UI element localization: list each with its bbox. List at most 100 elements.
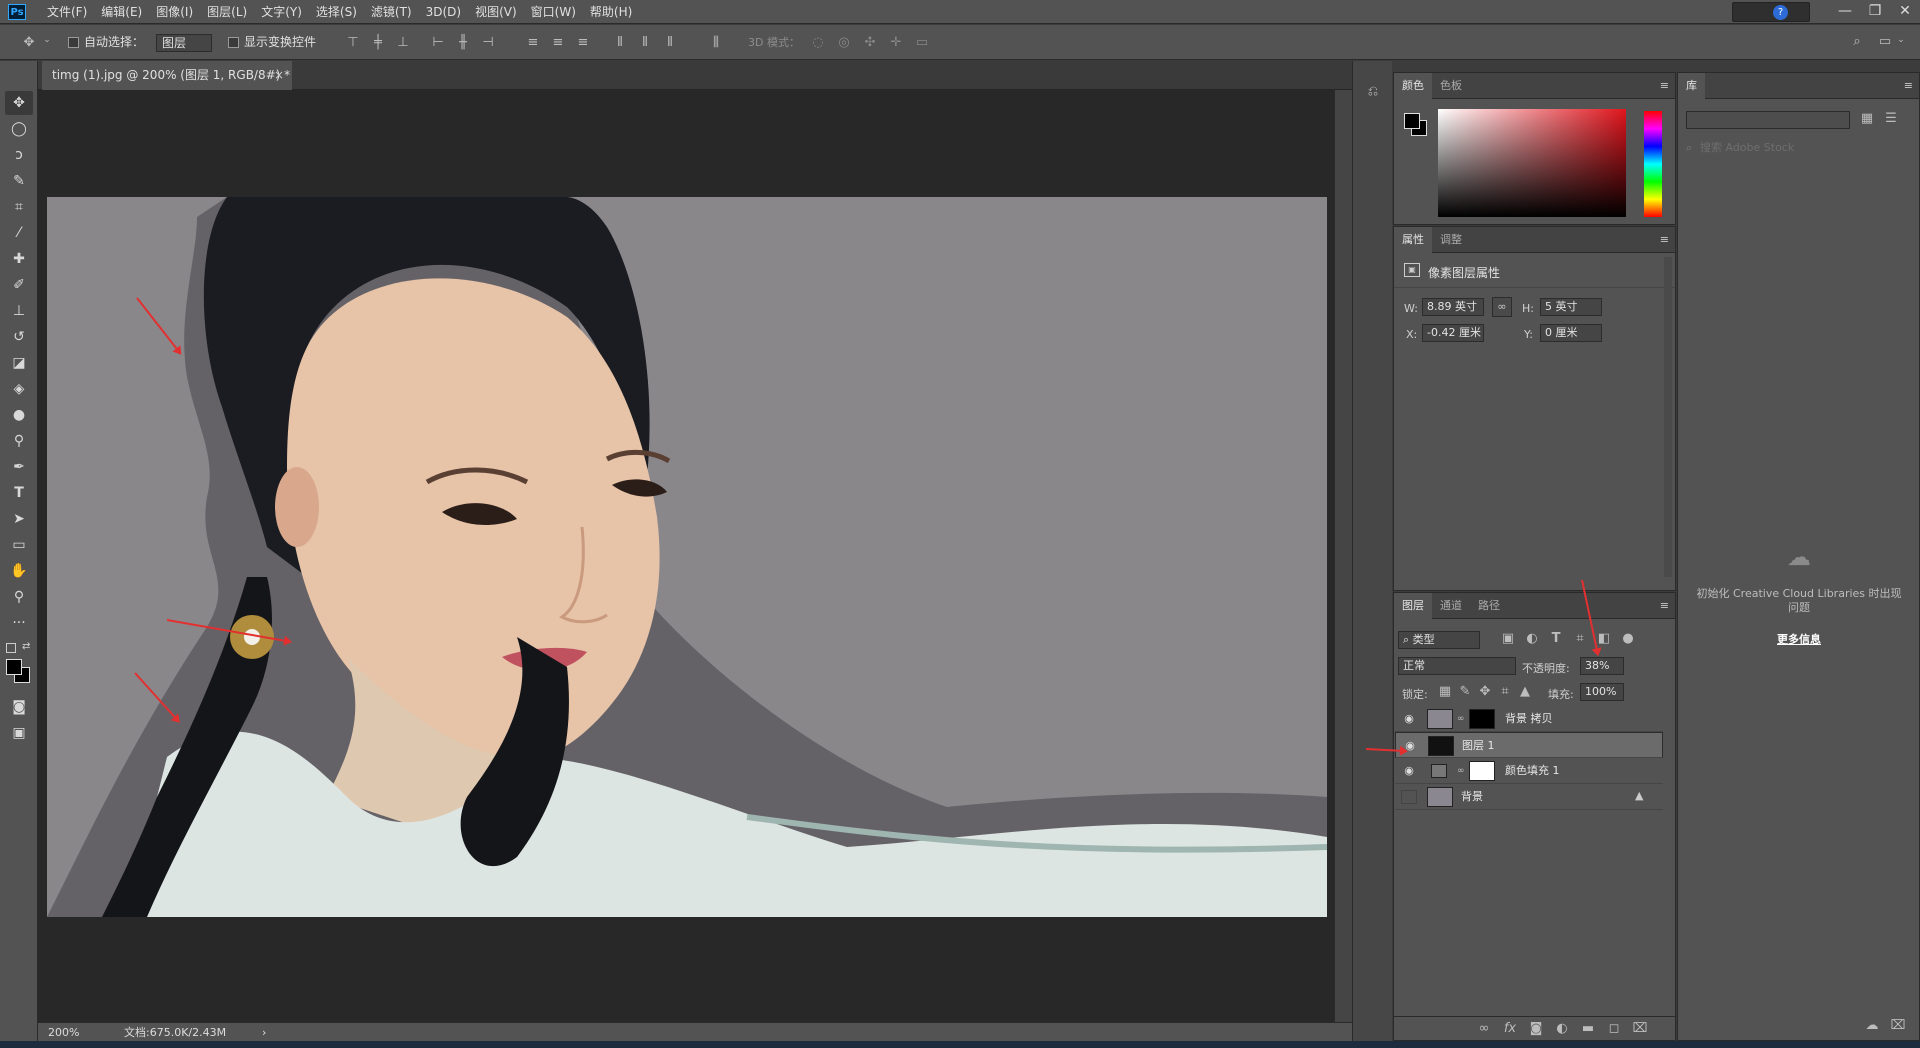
opacity-field[interactable]: 38%: [1580, 657, 1624, 675]
menu-type[interactable]: 文字(Y): [254, 0, 309, 24]
fx-icon[interactable]: fx: [1502, 1021, 1518, 1036]
screen-mode-icon[interactable]: ▣: [5, 721, 33, 745]
mask-link-icon[interactable]: ∞: [1457, 766, 1465, 776]
tab-color[interactable]: 颜色: [1394, 73, 1432, 99]
filter-shape-icon[interactable]: ⌗: [1572, 631, 1588, 646]
new-layer-icon[interactable]: ◻: [1606, 1021, 1622, 1036]
y-field[interactable]: 0 厘米: [1540, 324, 1602, 342]
layer-row[interactable]: ◉ 背景 ▲: [1395, 784, 1663, 810]
canvas-scrollbar[interactable]: [1334, 90, 1352, 1022]
menu-image[interactable]: 图像(I): [149, 0, 200, 24]
lock-position-icon[interactable]: ✥: [1478, 684, 1492, 699]
align-left-icon[interactable]: ⊢: [430, 35, 446, 50]
more-info-link[interactable]: 更多信息: [1692, 631, 1906, 647]
workspace-icon[interactable]: ▭: [1876, 34, 1894, 49]
paint-bucket-tool-icon[interactable]: ◈: [5, 377, 33, 401]
close-tab-icon[interactable]: ×: [274, 61, 284, 90]
filter-toggle-icon[interactable]: ●: [1620, 631, 1636, 646]
type-tool-icon[interactable]: T: [5, 481, 33, 505]
minimize-button[interactable]: —: [1830, 0, 1860, 24]
layer-row[interactable]: ◉ 图层 1: [1395, 732, 1663, 758]
distribute-right-icon[interactable]: ⫴: [662, 35, 678, 50]
foreground-color-swatch[interactable]: [1404, 113, 1420, 129]
auto-select-dropdown[interactable]: 图层: [156, 34, 212, 52]
path-select-tool-icon[interactable]: ➤: [5, 507, 33, 531]
layer-mask-thumbnail[interactable]: [1469, 761, 1495, 781]
distribute-vcenter-icon[interactable]: ≡: [550, 35, 566, 50]
tab-properties[interactable]: 属性: [1394, 227, 1432, 253]
properties-scrollbar[interactable]: [1664, 257, 1672, 577]
layer-name[interactable]: 颜色填充 1: [1505, 758, 1560, 784]
search-icon[interactable]: ⌕: [1848, 34, 1866, 49]
foreground-color-swatch[interactable]: [6, 659, 22, 675]
filter-type-icon[interactable]: T: [1548, 631, 1564, 646]
trash-icon[interactable]: ⌧: [1890, 1018, 1906, 1033]
lock-artboard-icon[interactable]: ⌗: [1498, 684, 1512, 699]
zoom-tool-icon[interactable]: ⚲: [5, 585, 33, 609]
3d-roll-icon[interactable]: ◎: [836, 35, 852, 50]
distribute-left-icon[interactable]: ⫴: [612, 35, 628, 50]
filter-adjustment-icon[interactable]: ◐: [1524, 631, 1540, 646]
list-view-icon[interactable]: ☰: [1882, 111, 1900, 126]
stock-search-input[interactable]: ⌕ 搜索 Adobe Stock: [1686, 139, 1910, 157]
restore-button[interactable]: ❐: [1860, 0, 1890, 24]
document-image[interactable]: [47, 197, 1327, 917]
layer-name[interactable]: 背景: [1461, 784, 1483, 810]
align-right-icon[interactable]: ⊣: [480, 35, 496, 50]
visibility-eye-icon[interactable]: ◉: [1401, 764, 1417, 778]
mask-link-icon[interactable]: ∞: [1457, 714, 1465, 724]
3d-scale-icon[interactable]: ▭: [914, 35, 930, 50]
color-picker-field[interactable]: [1438, 109, 1626, 217]
tab-swatches[interactable]: 色板: [1432, 73, 1470, 99]
move-tool-icon[interactable]: ✥: [5, 91, 33, 115]
lock-pixels-icon[interactable]: ✎: [1458, 684, 1472, 699]
default-colors-icon[interactable]: [6, 643, 16, 653]
menu-file[interactable]: 文件(F): [40, 0, 94, 24]
panel-menu-icon[interactable]: ≡: [1660, 79, 1669, 92]
eyedropper-tool-icon[interactable]: ⁄: [5, 221, 33, 245]
3d-orbit-icon[interactable]: ◌: [810, 35, 826, 50]
group-folder-icon[interactable]: ▬: [1580, 1021, 1596, 1036]
distribute-bottom-icon[interactable]: ≡: [575, 35, 591, 50]
layer-filter-dropdown[interactable]: ⌕ 类型: [1398, 631, 1480, 649]
hand-tool-icon[interactable]: ✋: [5, 559, 33, 583]
panel-menu-icon[interactable]: ≡: [1904, 79, 1913, 92]
fill-field[interactable]: 100%: [1580, 683, 1624, 701]
trash-icon[interactable]: ⌧: [1632, 1021, 1648, 1036]
menu-help[interactable]: 帮助(H): [583, 0, 639, 24]
link-layers-icon[interactable]: ∞: [1476, 1021, 1492, 1036]
width-field[interactable]: 8.89 英寸: [1422, 298, 1484, 316]
align-bottom-icon[interactable]: ⊥: [395, 35, 411, 50]
library-selector[interactable]: [1686, 111, 1850, 129]
filter-pixel-icon[interactable]: ▣: [1500, 631, 1516, 646]
blur-tool-icon[interactable]: ●: [5, 403, 33, 427]
align-hcenter-icon[interactable]: ╫: [455, 35, 471, 50]
tab-layers[interactable]: 图层: [1394, 593, 1432, 619]
tab-adjustments[interactable]: 调整: [1432, 227, 1470, 253]
rectangle-tool-icon[interactable]: ▭: [5, 533, 33, 557]
layer-mask-thumbnail[interactable]: [1469, 709, 1495, 729]
brush-tool-icon[interactable]: ✐: [5, 273, 33, 297]
marquee-tool-icon[interactable]: ◯: [5, 117, 33, 141]
cc-sync-icon[interactable]: ☁: [1864, 1018, 1880, 1033]
height-field[interactable]: 5 英寸: [1540, 298, 1602, 316]
menu-view[interactable]: 视图(V): [468, 0, 524, 24]
align-vcenter-icon[interactable]: ╪: [370, 35, 386, 50]
auto-select-checkbox[interactable]: [68, 37, 79, 48]
auto-select-option[interactable]: 自动选择：: [68, 25, 144, 60]
menu-3d[interactable]: 3D(D): [419, 0, 468, 24]
close-button[interactable]: ✕: [1890, 0, 1920, 24]
swap-colors-icon[interactable]: ⇄: [22, 641, 30, 652]
tab-paths[interactable]: 路径: [1470, 593, 1508, 619]
panel-menu-icon[interactable]: ≡: [1660, 599, 1669, 612]
lock-all-icon[interactable]: ▲: [1518, 684, 1532, 699]
show-transform-checkbox[interactable]: [228, 37, 239, 48]
history-panel-icon[interactable]: ⎌: [1362, 81, 1384, 103]
dodge-tool-icon[interactable]: ⚲: [5, 429, 33, 453]
menu-filter[interactable]: 滤镜(T): [364, 0, 419, 24]
quick-select-tool-icon[interactable]: ✎: [5, 169, 33, 193]
show-transform-option[interactable]: 显示变换控件: [228, 25, 316, 60]
adjustment-icon[interactable]: ◐: [1554, 1021, 1570, 1036]
layer-name[interactable]: 背景 拷贝: [1505, 706, 1553, 732]
auto-align-icon[interactable]: ⫼: [708, 35, 724, 50]
